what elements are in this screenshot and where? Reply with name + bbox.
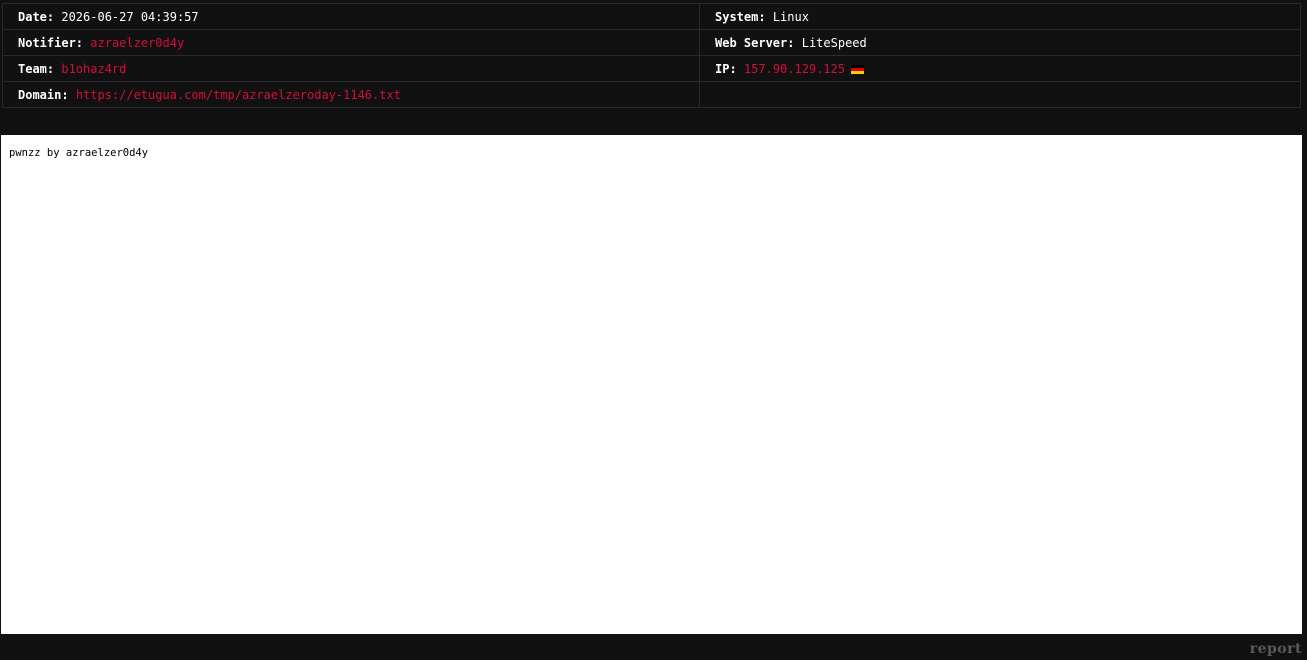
system-label: System: xyxy=(715,9,766,24)
web-server-cell: Web Server: LiteSpeed xyxy=(699,29,1301,56)
mirror-content-frame[interactable]: pwnzz by azraelzer0d4y xyxy=(1,135,1302,634)
domain-label: Domain: xyxy=(18,87,69,102)
info-row: Domain: https://etugua.com/tmp/azraelzer… xyxy=(2,81,1301,108)
ip-link[interactable]: 157.90.129.125 xyxy=(744,62,845,76)
report-link[interactable]: report xyxy=(1250,641,1302,657)
team-label: Team: xyxy=(18,61,55,76)
team-cell: Team: b1ohaz4rd xyxy=(2,55,700,82)
notifier-label: Notifier: xyxy=(18,35,84,50)
date-cell: Date: 2026-06-27 04:39:57 xyxy=(2,3,700,30)
domain-link[interactable]: https://etugua.com/tmp/azraelzeroday-114… xyxy=(76,88,401,102)
ip-label: IP: xyxy=(715,61,737,76)
domain-cell: Domain: https://etugua.com/tmp/azraelzer… xyxy=(2,81,700,108)
date-value: 2026-06-27 04:39:57 xyxy=(61,9,199,24)
system-value: Linux xyxy=(772,9,809,24)
empty-cell xyxy=(699,81,1301,108)
web-server-value: LiteSpeed xyxy=(801,35,867,50)
ip-cell: IP: 157.90.129.125 xyxy=(699,55,1301,82)
mirror-info-table: Date: 2026-06-27 04:39:57 System: Linux … xyxy=(2,3,1301,108)
team-link[interactable]: b1ohaz4rd xyxy=(61,62,126,76)
info-row: Notifier: azraelzer0d4y Web Server: Lite… xyxy=(2,29,1301,56)
notifier-link[interactable]: azraelzer0d4y xyxy=(90,36,184,50)
frame-text: pwnzz by azraelzer0d4y xyxy=(9,147,149,159)
info-row: Date: 2026-06-27 04:39:57 System: Linux xyxy=(2,3,1301,30)
info-row: Team: b1ohaz4rd IP: 157.90.129.125 xyxy=(2,55,1301,82)
date-label: Date: xyxy=(18,9,55,24)
germany-flag-icon xyxy=(851,64,865,74)
notifier-cell: Notifier: azraelzer0d4y xyxy=(2,29,700,56)
web-server-label: Web Server: xyxy=(715,35,795,50)
system-cell: System: Linux xyxy=(699,3,1301,30)
